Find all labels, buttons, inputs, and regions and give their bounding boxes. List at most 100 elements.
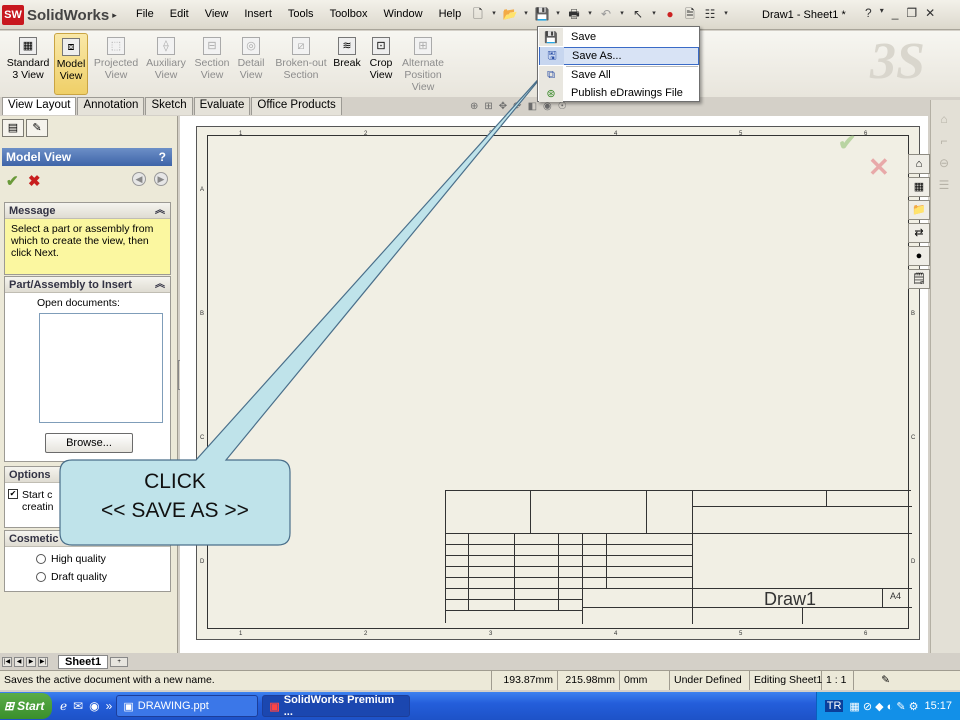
resources-home-icon[interactable]: ⌂ [908, 154, 930, 174]
tab-sketch[interactable]: Sketch [145, 97, 193, 115]
back-icon[interactable]: ◀ [132, 172, 146, 186]
taskbar-solidworks[interactable]: ▣ SolidWorks Premium ... [262, 694, 411, 718]
cmd-standard-3-view[interactable]: ▦ Standard 3 View [4, 33, 52, 81]
file-properties-icon[interactable]: 🗎 [682, 6, 698, 22]
cmd-broken-out-section[interactable]: ⧄ Broken-out Section [274, 33, 328, 81]
confirm-corner-x-icon[interactable]: ✕ [868, 152, 890, 183]
open-dropdown-icon[interactable]: ▾ [522, 6, 530, 22]
high-quality-option[interactable]: High quality [36, 553, 106, 565]
file-explorer-icon[interactable]: 📁 [908, 200, 930, 220]
help-dropdown-icon[interactable]: ▾ [880, 6, 884, 20]
options-dropdown-icon[interactable]: ▾ [722, 6, 730, 22]
menu-item-save-as[interactable]: 🖫 Save As... [539, 47, 699, 65]
tab-office-products[interactable]: Office Products [251, 97, 342, 115]
collapse-chevron-icon[interactable]: ︽ [155, 277, 165, 293]
tab-view-layout[interactable]: View Layout [2, 97, 77, 115]
options-icon[interactable]: ☷ [702, 6, 718, 22]
menu-file[interactable]: File [128, 8, 162, 20]
minimize-icon[interactable]: _ [892, 6, 899, 20]
menu-item-publish-edrawings[interactable]: ⊛ Publish eDrawings File [539, 84, 699, 102]
start-command-checkbox[interactable]: ✔ [8, 489, 18, 499]
ok-check-icon[interactable]: ✔ [6, 172, 19, 190]
save-dropdown-icon[interactable]: ▾ [554, 6, 562, 22]
appearances-icon[interactable]: ● [908, 246, 930, 266]
cmd-crop-view[interactable]: ⊡ Crop View [366, 33, 396, 81]
display-style-icon[interactable]: ◧ [528, 101, 537, 112]
menu-insert[interactable]: Insert [236, 8, 280, 20]
open-documents-list[interactable] [39, 313, 163, 423]
view-palette-icon[interactable]: ⇄ [908, 223, 930, 243]
view-settings-icon[interactable]: ☉ [558, 101, 567, 112]
cmd-section-view[interactable]: ⊟ Section View [192, 33, 232, 81]
mirror-icon[interactable]: ⌂ [936, 112, 952, 128]
cmd-projected-view[interactable]: ⬚ Projected View [92, 33, 140, 81]
rebuild-traffic-light-icon[interactable]: ● [662, 6, 678, 22]
hide-show-icon[interactable]: ◉ [543, 101, 552, 112]
property-manager-tab-icon[interactable]: ✎ [26, 119, 48, 137]
part-assembly-header[interactable]: Part/Assembly to Insert ︽ [5, 277, 170, 293]
tab-annotation[interactable]: Annotation [77, 97, 145, 115]
part-icon[interactable]: ⌐ [936, 134, 952, 150]
cylinder-icon[interactable]: ⊖ [936, 156, 952, 172]
sheet1-tab[interactable]: Sheet1 [58, 655, 109, 669]
taskbar-powerpoint[interactable]: ▣ DRAWING.ppt [116, 695, 259, 717]
new-dropdown-icon[interactable]: ▾ [490, 6, 498, 22]
firefox-icon[interactable]: ◉ [89, 699, 99, 713]
last-sheet-icon[interactable]: ▶| [38, 657, 48, 667]
pm-help-icon[interactable]: ? [159, 148, 166, 166]
stack-icon[interactable]: ☰ [936, 178, 952, 194]
menu-tools[interactable]: Tools [280, 8, 322, 20]
design-library-icon[interactable]: ▦ [908, 177, 930, 197]
quick-tips-icon[interactable]: ✎ [854, 671, 894, 690]
status-scale[interactable]: 1 : 1 [822, 671, 854, 690]
custom-properties-icon[interactable]: 🗒 [908, 269, 930, 289]
confirm-corner-check-icon[interactable]: ✔ [838, 130, 856, 156]
menu-view[interactable]: View [197, 8, 237, 20]
start-button[interactable]: ⊞ Start [0, 693, 52, 719]
ie-icon[interactable]: ℯ [60, 699, 67, 713]
cmd-alternate-position-view[interactable]: ⊞ Alternate Position View [398, 33, 448, 93]
select-dropdown-icon[interactable]: ▾ [650, 6, 658, 22]
overflow-chevron[interactable]: » [106, 699, 113, 713]
cmd-auxiliary-view[interactable]: ⟠ Auxiliary View [142, 33, 190, 81]
message-group-header[interactable]: Message ︽ [5, 203, 170, 219]
rotate-icon[interactable]: ⟳ [513, 101, 521, 112]
language-indicator[interactable]: TR [824, 700, 844, 712]
print-dropdown-icon[interactable]: ▾ [586, 6, 594, 22]
restore-icon[interactable]: ❐ [906, 6, 917, 20]
menu-toolbox[interactable]: Toolbox [322, 8, 376, 20]
help-icon[interactable]: ? [865, 6, 872, 20]
solidworks-logo[interactable]: SW SolidWorks ▸ [2, 4, 122, 26]
feature-manager-tab-icon[interactable]: ▤ [2, 119, 24, 137]
pan-icon[interactable]: ✥ [499, 101, 507, 112]
cancel-x-icon[interactable]: ✖ [28, 172, 41, 190]
prev-sheet-icon[interactable]: ◀ [14, 657, 24, 667]
zoom-to-fit-icon[interactable]: ⊕ [470, 101, 478, 112]
print-icon[interactable]: 🖶 [566, 6, 582, 22]
menu-item-save-all[interactable]: ⧉ Save All [539, 66, 699, 84]
menu-window[interactable]: Window [375, 8, 430, 20]
draft-quality-option[interactable]: Draft quality [36, 571, 107, 583]
undo-icon[interactable]: ↶ [598, 6, 614, 22]
menu-edit[interactable]: Edit [162, 8, 197, 20]
zoom-area-icon[interactable]: ⊞ [484, 101, 492, 112]
open-folder-icon[interactable]: 📂 [502, 6, 518, 22]
browse-button[interactable]: Browse... [45, 433, 133, 453]
collapse-chevron-icon[interactable]: ︽ [155, 203, 165, 219]
add-sheet-icon[interactable]: + [110, 657, 129, 667]
tab-evaluate[interactable]: Evaluate [193, 97, 251, 115]
cmd-model-view[interactable]: ⧈ Model View [54, 33, 88, 95]
close-icon[interactable]: ✕ [925, 6, 935, 20]
draft-quality-radio[interactable] [36, 572, 46, 582]
menu-item-save[interactable]: 💾 Save [539, 28, 699, 46]
first-sheet-icon[interactable]: |◀ [2, 657, 12, 667]
new-document-icon[interactable]: 🗋 [470, 6, 486, 22]
cmd-detail-view[interactable]: ◎ Detail View [234, 33, 268, 81]
menu-help[interactable]: Help [431, 8, 470, 20]
high-quality-radio[interactable] [36, 554, 46, 564]
save-toolbar-icon[interactable]: 💾 [534, 6, 550, 22]
next-icon[interactable]: ▶ [154, 172, 168, 186]
tray-icons[interactable]: ▦ ⊘ ◆ ◐ ✎ ⚙ [849, 700, 918, 713]
undo-dropdown-icon[interactable]: ▾ [618, 6, 626, 22]
select-arrow-icon[interactable]: ↖ [630, 6, 646, 22]
